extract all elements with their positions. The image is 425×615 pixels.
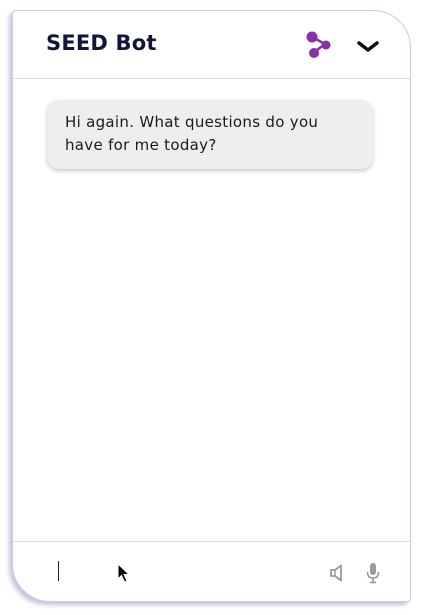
share-nodes-icon[interactable] bbox=[305, 31, 333, 59]
chevron-down-icon[interactable] bbox=[357, 41, 379, 53]
chat-title: SEED Bot bbox=[46, 31, 157, 55]
chat-widget: SEED Bot Hi again. What questions do you… bbox=[12, 10, 411, 602]
composer-bar bbox=[13, 541, 410, 601]
mouse-pointer-icon bbox=[117, 563, 131, 583]
message-list: Hi again. What questions do you have for… bbox=[13, 79, 410, 541]
message-input[interactable] bbox=[51, 556, 333, 586]
speaker-icon[interactable] bbox=[329, 564, 349, 582]
chat-header: SEED Bot bbox=[13, 11, 410, 79]
bot-message-bubble: Hi again. What questions do you have for… bbox=[47, 100, 373, 169]
text-caret bbox=[58, 561, 59, 581]
microphone-icon[interactable] bbox=[366, 562, 380, 584]
